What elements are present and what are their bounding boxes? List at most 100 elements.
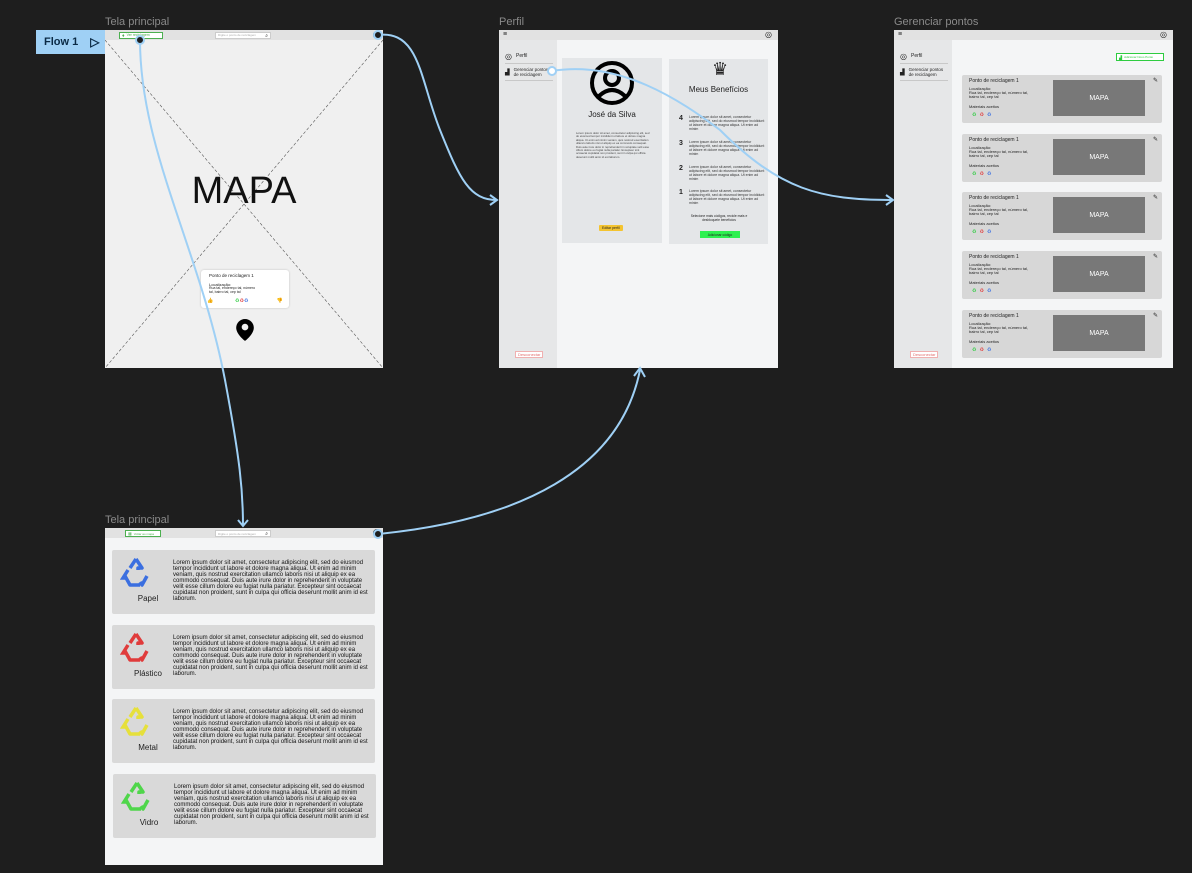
benefit-number: 4 — [679, 115, 683, 122]
point-popup[interactable]: Ponto de reciclagem 1 Localização: Rua t… — [201, 270, 289, 308]
recycle-icons: ♻♻♻ — [972, 229, 992, 235]
benefits-title: Meus Benefícios — [688, 85, 749, 94]
category-name: Metal — [138, 743, 158, 752]
category-card-plastic[interactable]: Plástico Lorem ipsum dolor sit amet, con… — [112, 625, 375, 689]
sidebar-divider — [505, 80, 553, 81]
edit-pencil-icon[interactable]: ✎ — [1153, 253, 1158, 260]
edit-profile-button[interactable]: Editar perfil — [599, 225, 623, 231]
search-placeholder: Digite o ponto de reciclagem — [218, 531, 257, 536]
user-card: José da Silva Lorem ipsum dolor sit amet… — [562, 58, 662, 243]
benefit-number: 1 — [679, 189, 683, 196]
edit-pencil-icon[interactable]: ✎ — [1153, 136, 1158, 143]
recycle-icons: ♻♻♻ — [972, 288, 992, 294]
frame-main-categories: ▦ Voltar ao mapa Digite o ponto de recic… — [105, 528, 383, 865]
point-card[interactable]: Ponto de reciclagem 1 Localização: Rua ta… — [962, 310, 1162, 358]
point-card[interactable]: Ponto de reciclagem 1 Localização: Rua ta… — [962, 75, 1162, 123]
popup-loc-text: Rua tal, endereço tal, número tal, bairr… — [209, 286, 256, 294]
location-pin-icon[interactable] — [236, 319, 254, 341]
sidebar-item-manage-label: Gerenciar pontos de reciclagem — [908, 67, 944, 77]
category-card-glass[interactable]: Vidro Lorem ipsum dolor sit amet, consec… — [113, 774, 376, 838]
pin-icon: ♦ — [122, 32, 125, 39]
point-title: Ponto de reciclagem 1 — [969, 137, 1019, 143]
edit-pencil-icon[interactable]: ✎ — [1153, 77, 1158, 84]
flow-label: Flow 1 — [44, 36, 79, 48]
sidebar-item-manage-points[interactable]: ▟ Gerenciar pontos de reciclagem — [505, 67, 552, 77]
view-recycling-button[interactable]: ♦ Ver reciclagem — [119, 32, 163, 39]
sidebar-divider — [505, 63, 553, 64]
user-name: José da Silva — [588, 110, 636, 119]
recycle-glass-icon — [121, 782, 150, 811]
point-loc-text: Rua tal, endereço tal, número tal, bairr… — [969, 149, 1029, 158]
sidebar-item-profile-label: Perfil — [910, 53, 923, 59]
category-description: Lorem ipsum dolor sit amet, consectetur … — [173, 560, 368, 602]
search-input[interactable]: Digite o ponto de reciclagem ⌕ — [215, 32, 271, 39]
benefit-text: Lorem ipsum dolor sit amet, consectetur … — [689, 189, 765, 205]
add-code-button[interactable]: Adicionar código — [700, 231, 740, 238]
frame-label-profile: Perfil — [499, 16, 525, 28]
recycle-icons: ♻♻♻ — [972, 112, 992, 118]
point-title: Ponto de reciclagem 1 — [969, 254, 1019, 260]
point-location: Localização: Rua tal, endereço tal, númer… — [969, 87, 1039, 99]
map-label: MAPA — [191, 170, 297, 212]
sidebar-item-manage-points[interactable]: ▟ Gerenciar pontos de reciclagem — [900, 67, 947, 77]
back-to-map-label: Voltar ao mapa — [133, 531, 154, 536]
point-title: Ponto de reciclagem 1 — [969, 195, 1019, 201]
category-card-metal[interactable]: Metal Lorem ipsum dolor sit amet, consec… — [112, 699, 375, 763]
point-card[interactable]: Ponto de reciclagem 1 Localização: Rua ta… — [962, 134, 1162, 182]
edit-pencil-icon[interactable]: ✎ — [1153, 312, 1158, 319]
connector-main-to-profile — [377, 33, 498, 201]
point-location: Localização: Rua tal, endereço tal, númer… — [969, 322, 1039, 334]
thumbs-up-icon[interactable]: 👍 — [207, 298, 213, 304]
point-location: Localização: Rua tal, endereço tal, númer… — [969, 146, 1039, 158]
point-location: Localização: Rua tal, endereço tal, númer… — [969, 204, 1039, 216]
recycle-plastic-icon — [120, 633, 149, 662]
frame-manage-points: ≡ ◎ ◎ Perfil ▟ Gerenciar pontos de recic… — [894, 30, 1173, 368]
point-card[interactable]: Ponto de reciclagem 1 Localização: Rua ta… — [962, 251, 1162, 299]
point-loc-text: Rua tal, endereço tal, número tal, bairr… — [969, 90, 1029, 99]
user-circle-icon[interactable]: ◎ — [765, 30, 772, 39]
search-input[interactable]: Digite o ponto de reciclagem ⌕ — [215, 530, 271, 537]
point-materials-label: Materiais aceitos — [969, 221, 1000, 226]
benefit-row: 4 Lorem ipsum dolor sit amet, consectetu… — [679, 115, 765, 131]
play-icon: ▷ — [90, 35, 100, 49]
benefit-number: 3 — [679, 140, 683, 147]
user-bio: Lorem ipsum dolor sit amet, consectetur … — [576, 131, 650, 159]
arrowhead — [489, 194, 499, 206]
category-card-paper[interactable]: Papel Lorem ipsum dolor sit amet, consec… — [112, 550, 375, 614]
point-map-thumbnail: MAPA — [1053, 256, 1145, 292]
point-card[interactable]: Ponto de reciclagem 1 Localização: Rua ta… — [962, 192, 1162, 240]
arrowhead — [237, 519, 249, 528]
benefit-row: 1 Lorem ipsum dolor sit amet, consectetu… — [679, 189, 765, 205]
point-map-thumbnail: MAPA — [1053, 315, 1145, 351]
point-title: Ponto de reciclagem 1 — [969, 78, 1019, 84]
user-avatar-icon — [590, 61, 634, 105]
frame-profile: ≡ ◎ ◎ Perfil ▟ Gerenciar pontos de recic… — [499, 30, 778, 368]
benefit-text: Lorem ipsum dolor sit amet, consectetur … — [689, 140, 765, 156]
factory-icon: ▟ — [900, 69, 905, 76]
profile-topbar — [499, 30, 778, 40]
category-name: Vidro — [139, 818, 159, 827]
frame-label-main2: Tela principal — [105, 514, 170, 526]
menu-icon[interactable]: ≡ — [503, 31, 507, 39]
back-to-map-button[interactable]: ▦ Voltar ao mapa — [125, 530, 161, 537]
frame-main-map: ♦ Ver reciclagem Digite o ponto de recic… — [105, 30, 383, 368]
menu-icon[interactable]: ≡ — [898, 31, 902, 39]
benefit-text: Lorem ipsum dolor sit amet, consectetur … — [689, 165, 765, 181]
thumbs-down-icon[interactable]: 👎 — [277, 298, 283, 304]
sidebar-item-profile[interactable]: ◎ Perfil — [505, 52, 527, 61]
recycle-icons: ♻♻♻ — [235, 298, 249, 304]
expand-toggle[interactable] — [373, 529, 381, 537]
flow-start-button[interactable]: Flow 1 ▷ — [36, 30, 106, 54]
benefits-footer: Selecione mais códigos, recicle mais e d… — [690, 214, 748, 222]
expand-toggle[interactable] — [373, 31, 381, 39]
sidebar-item-profile[interactable]: ◎ Perfil — [900, 52, 922, 61]
map-icon: ▦ — [128, 531, 132, 536]
category-description: Lorem ipsum dolor sit amet, consectetur … — [173, 635, 368, 677]
edit-pencil-icon[interactable]: ✎ — [1153, 194, 1158, 201]
recycle-metal-icon — [120, 707, 149, 736]
factory-icon: ▟ — [505, 69, 510, 76]
logout-button[interactable]: Desconectar — [910, 351, 939, 358]
point-map-thumbnail: MAPA — [1053, 139, 1145, 175]
benefit-number: 2 — [679, 165, 683, 172]
logout-button[interactable]: Desconectar — [515, 351, 544, 358]
